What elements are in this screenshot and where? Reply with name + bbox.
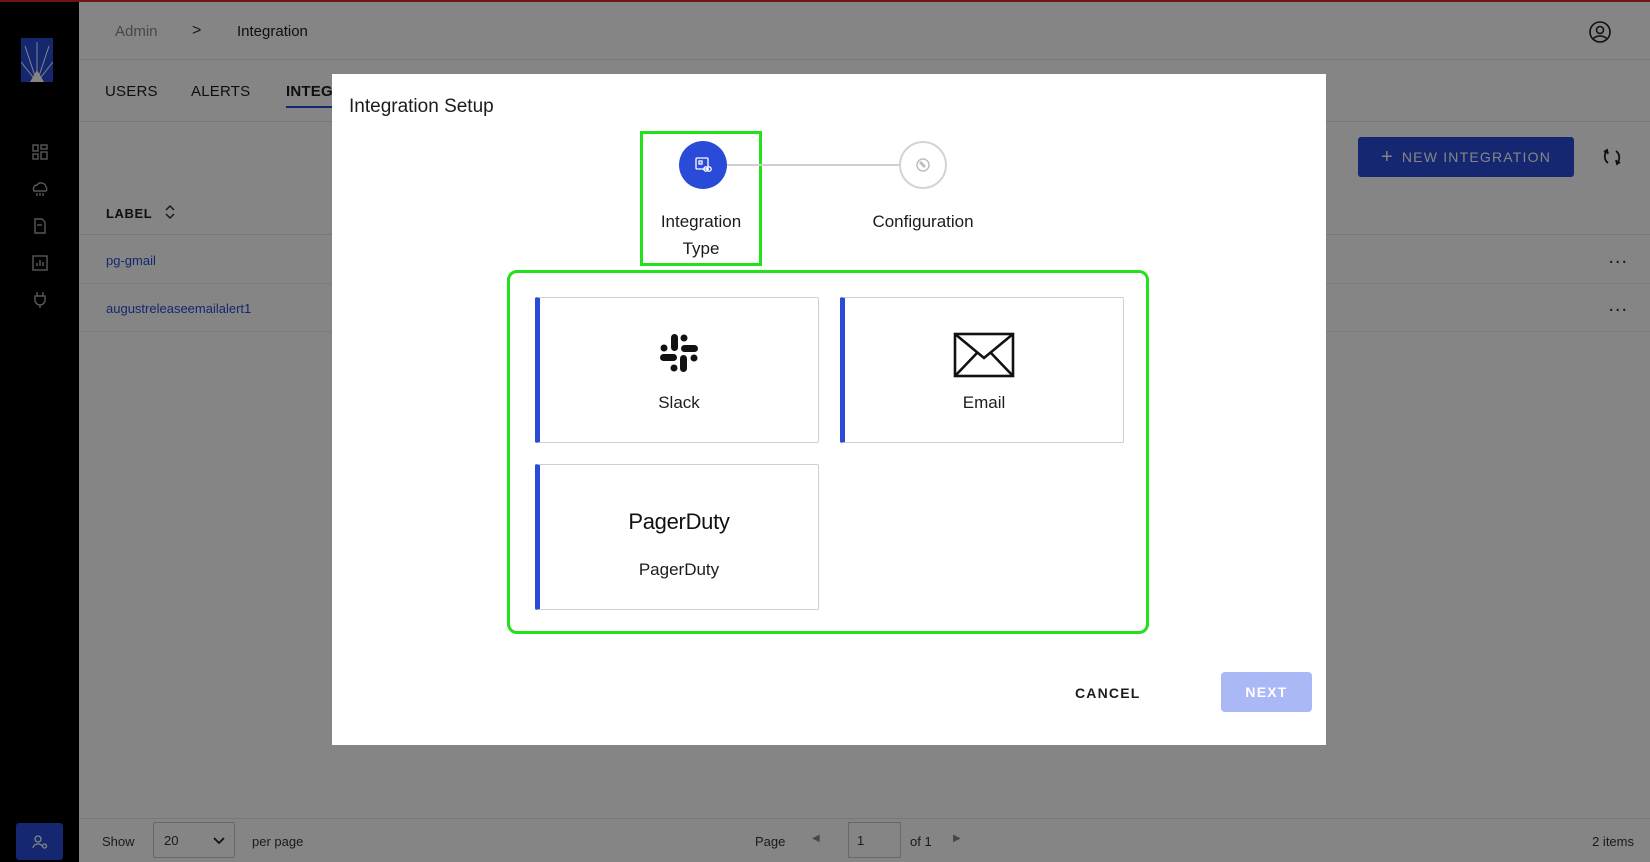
- step-integration-type[interactable]: [679, 141, 727, 189]
- envelope-icon: [953, 332, 1015, 378]
- cancel-button[interactable]: CANCEL: [1075, 685, 1141, 701]
- pagerduty-logo: PagerDuty: [628, 509, 730, 534]
- integration-type-icon: [695, 157, 712, 172]
- pagerduty-option-card[interactable]: PagerDuty PagerDuty: [535, 464, 819, 610]
- dialog-title: Integration Setup: [349, 96, 494, 117]
- slack-option-card[interactable]: Slack: [535, 297, 819, 443]
- pagerduty-option-label: PagerDuty: [638, 560, 720, 579]
- slack-icon: [660, 334, 698, 372]
- step-label-configuration: Configuration: [872, 212, 974, 231]
- wrench-icon: [916, 158, 930, 172]
- integration-setup-dialog: Integration Setup Integration Type Confi…: [332, 74, 1326, 745]
- slack-option-label: Slack: [658, 393, 700, 412]
- step-configuration[interactable]: [899, 141, 947, 189]
- stepper-connector: [727, 164, 899, 166]
- email-option-label: Email: [962, 393, 1006, 412]
- next-button[interactable]: NEXT: [1221, 672, 1312, 712]
- email-option-card[interactable]: Email: [840, 297, 1124, 443]
- step-label-integration-type: Integration Type: [660, 212, 742, 258]
